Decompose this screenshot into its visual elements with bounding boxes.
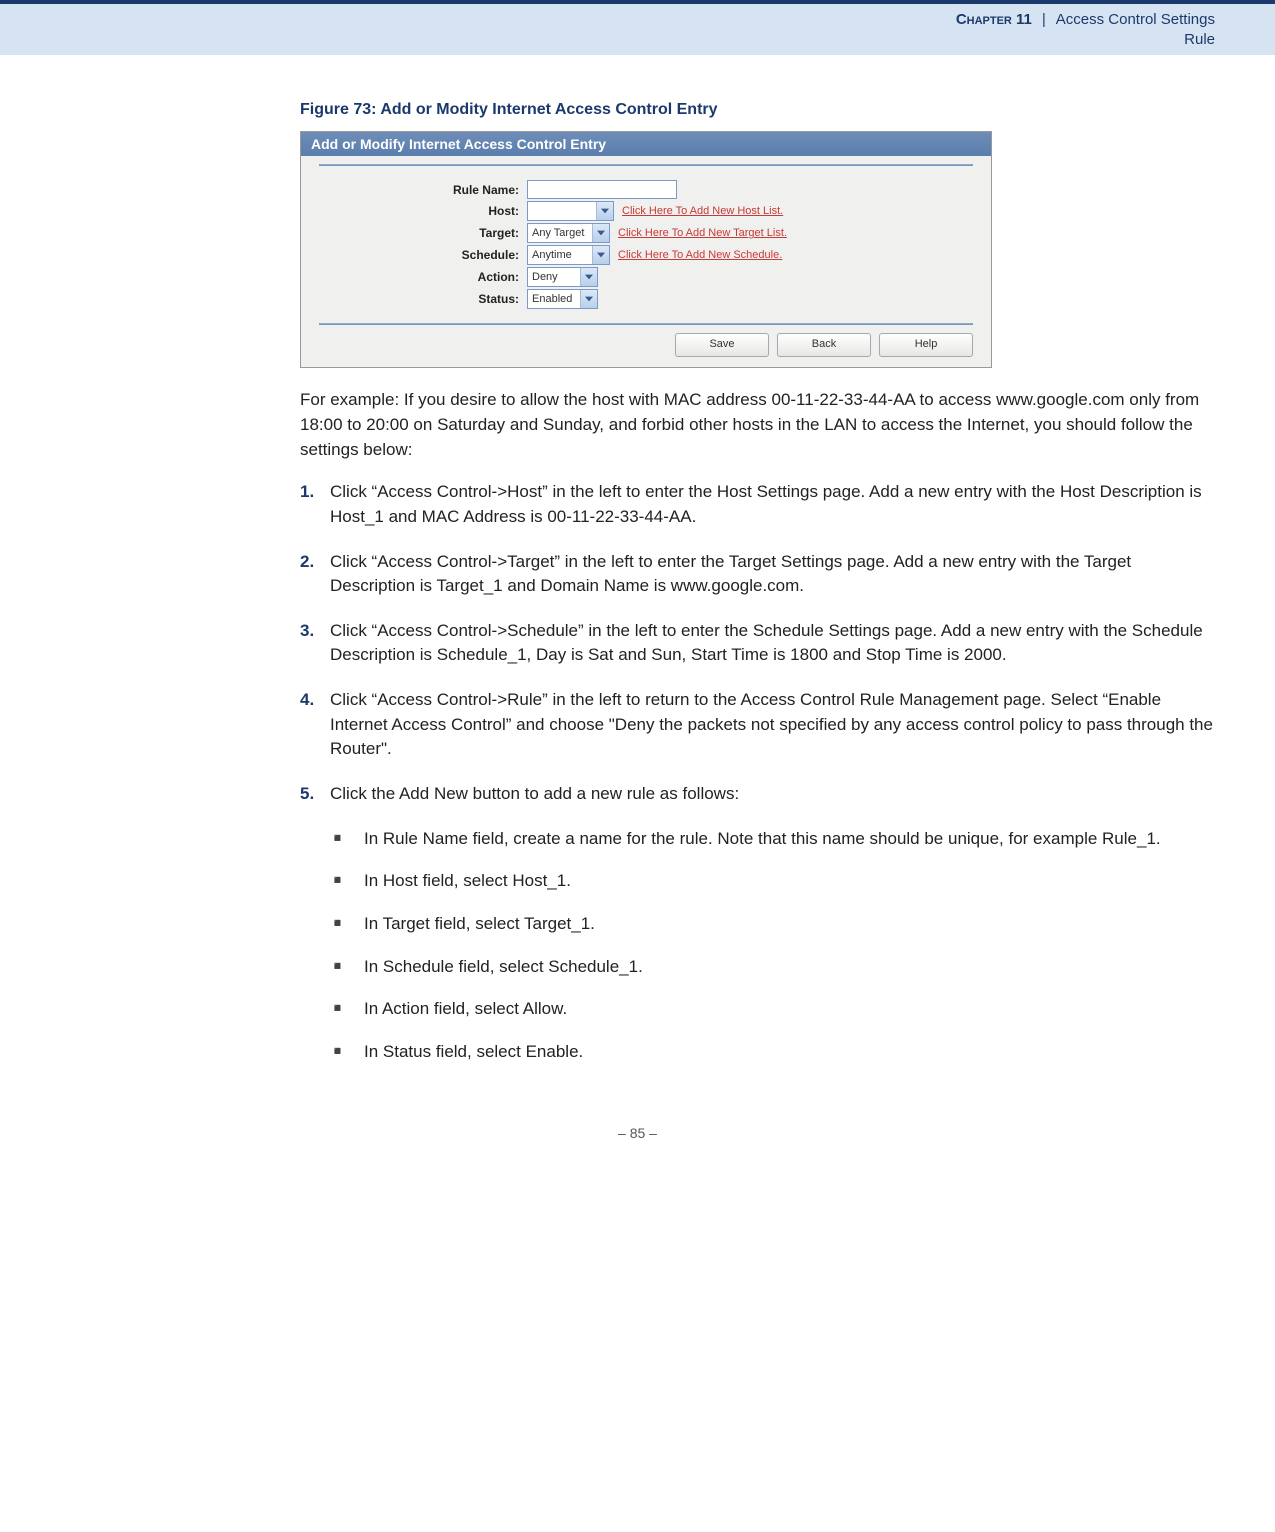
list-item: ◾In Rule Name field, create a name for t…: [330, 827, 1215, 852]
separator: |: [1042, 12, 1046, 28]
target-select-value: Any Target: [528, 227, 592, 239]
chevron-down-icon: [596, 202, 613, 220]
chevron-down-icon: [580, 290, 597, 308]
header-title: Access Control Settings: [1056, 11, 1215, 28]
chevron-down-icon: [592, 224, 609, 242]
header-subtitle: Rule: [0, 30, 1215, 50]
status-label: Status:: [319, 292, 527, 306]
chevron-down-icon: [592, 246, 609, 264]
list-item: 5.Click the Add New button to add a new …: [300, 782, 1215, 807]
list-item: ◾In Status field, select Enable.: [330, 1040, 1215, 1065]
schedule-select-value: Anytime: [528, 249, 592, 261]
chapter-label: Chapter 11: [956, 11, 1032, 28]
back-button[interactable]: Back: [777, 333, 871, 357]
action-select[interactable]: Deny: [527, 267, 598, 287]
figure-caption: Figure 73: Add or Modity Internet Access…: [300, 101, 1215, 119]
page-number: – 85 –: [0, 1125, 1275, 1141]
add-schedule-link[interactable]: Click Here To Add New Schedule.: [618, 249, 782, 261]
rule-name-label: Rule Name:: [319, 183, 527, 197]
divider: [319, 164, 973, 166]
help-button[interactable]: Help: [879, 333, 973, 357]
sub-bullets: ◾In Rule Name field, create a name for t…: [330, 827, 1215, 1065]
list-item: ◾In Target field, select Target_1.: [330, 912, 1215, 937]
target-label: Target:: [319, 226, 527, 240]
page-header: Chapter 11 | Access Control Settings Rul…: [0, 0, 1275, 55]
dialog-panel: Add or Modify Internet Access Control En…: [300, 131, 992, 368]
host-label: Host:: [319, 204, 527, 218]
steps-list: 1.Click “Access Control->Host” in the le…: [300, 480, 1215, 806]
list-item: 4.Click “Access Control->Rule” in the le…: [300, 688, 1215, 762]
target-select[interactable]: Any Target: [527, 223, 610, 243]
status-select[interactable]: Enabled: [527, 289, 598, 309]
add-host-link[interactable]: Click Here To Add New Host List.: [622, 205, 783, 217]
rule-name-input[interactable]: [527, 180, 677, 199]
example-intro: For example: If you desire to allow the …: [300, 388, 1215, 462]
list-item: 2.Click “Access Control->Target” in the …: [300, 550, 1215, 599]
add-target-link[interactable]: Click Here To Add New Target List.: [618, 227, 787, 239]
schedule-label: Schedule:: [319, 248, 527, 262]
list-item: ◾In Host field, select Host_1.: [330, 869, 1215, 894]
chevron-down-icon: [580, 268, 597, 286]
host-select[interactable]: [527, 201, 614, 221]
schedule-select[interactable]: Anytime: [527, 245, 610, 265]
action-select-value: Deny: [528, 271, 580, 283]
list-item: ◾In Action field, select Allow.: [330, 997, 1215, 1022]
divider: [319, 323, 973, 325]
dialog-title: Add or Modify Internet Access Control En…: [301, 132, 991, 156]
list-item: 3.Click “Access Control->Schedule” in th…: [300, 619, 1215, 668]
save-button[interactable]: Save: [675, 333, 769, 357]
list-item: ◾In Schedule field, select Schedule_1.: [330, 955, 1215, 980]
status-select-value: Enabled: [528, 293, 580, 305]
list-item: 1.Click “Access Control->Host” in the le…: [300, 480, 1215, 529]
action-label: Action:: [319, 270, 527, 284]
